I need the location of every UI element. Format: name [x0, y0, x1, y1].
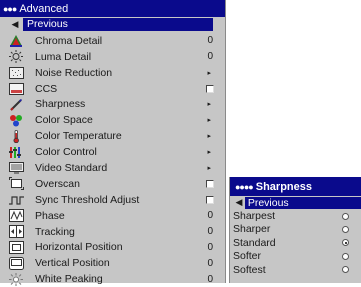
ccs-icon [7, 82, 25, 95]
sharpness-icon [7, 98, 25, 111]
menu-item-ccs[interactable]: CCS [0, 81, 225, 97]
submenu-arrow-icon: ▸ [207, 117, 211, 125]
luma-icon [7, 50, 25, 64]
submenu-arrow-icon: ▸ [207, 164, 211, 172]
menu-header-dots: ●●● [3, 3, 17, 14]
menu-item-value: 0 [207, 35, 213, 47]
menu-item-sharpness[interactable]: Sharpness ▸ [0, 96, 225, 112]
submenu-header-dots: ●●●● [235, 181, 254, 192]
menu-previous[interactable]: ◀ Previous [0, 17, 225, 33]
sharpness-option-sharpest[interactable]: Sharpest [230, 209, 361, 222]
sharpness-option-standard[interactable]: Standard [230, 236, 361, 249]
menu-item-label: Sharpness [35, 98, 86, 111]
menu-item-value: 0 [207, 241, 213, 253]
menu-item-white-peaking[interactable]: White Peaking 0 [0, 271, 225, 287]
softest-radio[interactable] [342, 266, 349, 274]
menu-item-color-control[interactable]: Color Control ▸ [0, 144, 225, 160]
menu-item-phase[interactable]: Phase 0 [0, 208, 225, 224]
menu-item-label: Phase [35, 209, 65, 222]
menu-item-label: Color Space [35, 114, 93, 127]
overscan-checkbox[interactable] [206, 179, 214, 188]
menu-item-value: 0 [207, 273, 213, 285]
menu-item-label: Color Temperature [35, 130, 122, 143]
menu-title: Advanced [19, 2, 69, 15]
menu-item-label: White Peaking [35, 273, 103, 286]
submenu-title: Sharpness [255, 180, 312, 193]
sharpness-submenu: ●●●● Sharpness ◀ Previous Sharpest Sharp… [229, 177, 361, 283]
menu-item-label: Color Control [35, 146, 97, 159]
submenu-arrow-icon: ▸ [207, 69, 211, 77]
menu-item-chroma-detail[interactable]: Chroma Detail 0 [0, 33, 225, 49]
menu-item-sync-threshold-adjust[interactable]: Sync Threshold Adjust [0, 192, 225, 208]
submenu-previous[interactable]: ◀ Previous [230, 196, 361, 209]
menu-item-color-space[interactable]: Color Space ▸ [0, 112, 225, 128]
left-arrow-icon: ◀ [11, 19, 19, 30]
menu-item-tracking[interactable]: Tracking 0 [0, 224, 225, 240]
menu-item-label: Chroma Detail [35, 34, 103, 47]
menu-item-horizontal-position[interactable]: Horizontal Position 0 [0, 239, 225, 255]
menu-item-value: 0 [207, 226, 213, 238]
chroma-icon [7, 34, 25, 48]
menu-item-value: 0 [207, 51, 213, 63]
option-label: Sharper [233, 223, 271, 236]
menu-item-value: 0 [207, 210, 213, 222]
option-label: Softest [233, 263, 266, 276]
submenu-header: ●●●● Sharpness [230, 177, 361, 196]
left-arrow-icon: ◀ [235, 197, 243, 208]
submenu-arrow-icon: ▸ [207, 133, 211, 141]
menu-item-label: Video Standard [35, 161, 108, 174]
tracking-icon [7, 225, 25, 239]
video-standard-icon [7, 161, 25, 174]
option-label: Sharpest [233, 210, 276, 223]
advanced-menu: ●●● Advanced ◀ Previous Chroma Detail 0 … [0, 0, 226, 286]
vertical-position-icon [7, 256, 25, 270]
softer-radio[interactable] [342, 252, 349, 260]
menu-item-label: CCS [35, 82, 58, 95]
menu-item-video-standard[interactable]: Video Standard ▸ [0, 160, 225, 176]
horizontal-position-icon [7, 240, 25, 254]
standard-radio[interactable] [342, 239, 349, 247]
menu-item-label: Vertical Position [35, 257, 110, 270]
submenu-arrow-icon: ▸ [207, 101, 211, 109]
menu-item-noise-reduction[interactable]: Noise Reduction ▸ [0, 65, 225, 81]
overscan-icon [7, 177, 25, 191]
menu-item-overscan[interactable]: Overscan [0, 176, 225, 192]
menu-item-luma-detail[interactable]: Luma Detail 0 [0, 49, 225, 65]
sync-threshold-checkbox[interactable] [206, 195, 214, 204]
ccs-checkbox[interactable] [206, 84, 214, 93]
sharper-radio[interactable] [342, 225, 349, 233]
menu-item-label: Noise Reduction [35, 66, 113, 79]
sharpest-radio[interactable] [342, 212, 349, 220]
sharpness-option-softest[interactable]: Softest [230, 263, 361, 276]
option-label: Softer [233, 250, 262, 263]
submenu-previous-label: Previous [244, 196, 361, 209]
phase-icon [7, 209, 25, 223]
menu-item-vertical-position[interactable]: Vertical Position 0 [0, 255, 225, 271]
thermometer-icon [7, 129, 25, 143]
menu-item-label: Horizontal Position [35, 241, 123, 254]
menu-header: ●●● Advanced [0, 0, 225, 17]
sync-icon [7, 193, 25, 206]
sharpness-option-sharper[interactable]: Sharper [230, 223, 361, 236]
option-label: Standard [233, 236, 276, 249]
menu-item-value: 0 [207, 257, 213, 269]
menu-item-label: Tracking [35, 225, 75, 238]
sharpness-option-softer[interactable]: Softer [230, 250, 361, 263]
color-control-icon [7, 146, 25, 159]
white-peaking-icon [7, 272, 25, 286]
menu-item-label: Sync Threshold Adjust [35, 193, 140, 206]
menu-item-label: Overscan [35, 177, 80, 190]
menu-item-color-temperature[interactable]: Color Temperature ▸ [0, 128, 225, 144]
submenu-arrow-icon: ▸ [207, 149, 211, 157]
menu-previous-label: Previous [23, 18, 213, 32]
noise-icon [7, 66, 25, 79]
color-space-icon [7, 114, 25, 127]
menu-item-label: Luma Detail [35, 50, 92, 63]
